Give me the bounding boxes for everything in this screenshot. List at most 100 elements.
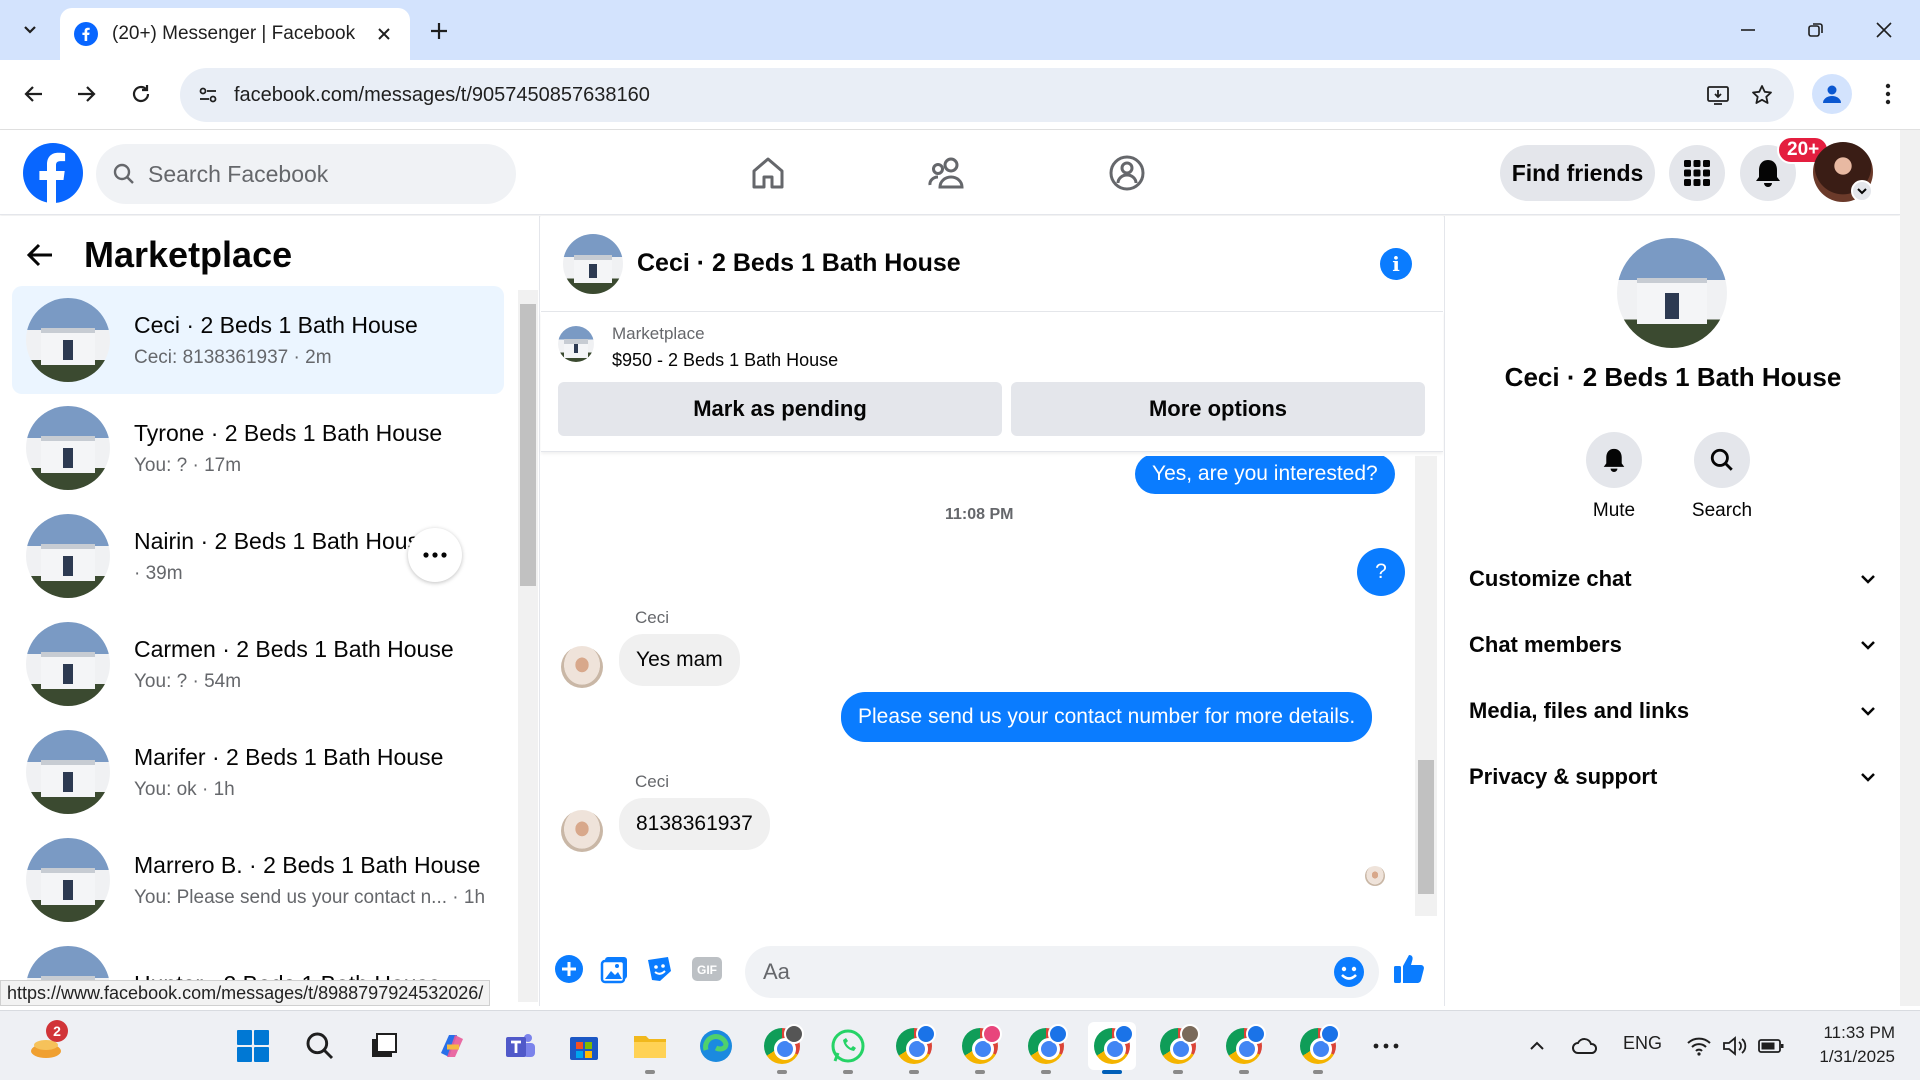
incoming-message[interactable]: Yes mam — [619, 634, 740, 686]
forward-button[interactable] — [66, 74, 106, 114]
restore-button[interactable] — [1794, 12, 1838, 48]
facebook-favicon-icon — [74, 22, 98, 46]
site-info-icon[interactable] — [188, 75, 228, 115]
input-language[interactable]: ENG — [1623, 1033, 1662, 1054]
home-nav-icon[interactable] — [743, 148, 793, 198]
chrome-app[interactable] — [758, 1022, 806, 1074]
message-scrollbar[interactable] — [1415, 456, 1437, 916]
url-text[interactable]: facebook.com/messages/t/9057450857638160 — [234, 84, 1696, 107]
conversation-item[interactable]: Carmen · 2 Beds 1 Bath House You: ? · 54… — [12, 610, 504, 718]
browser-tabstrip: (20+) Messenger | Facebook — [0, 0, 1920, 60]
install-app-icon[interactable] — [1696, 73, 1740, 117]
outgoing-message[interactable]: Please send us your contact number for m… — [841, 692, 1373, 742]
copilot-app[interactable] — [428, 1022, 476, 1070]
message-input[interactable]: Aa — [745, 946, 1379, 998]
edge-app[interactable] — [692, 1022, 740, 1070]
section-label: Media, files and links — [1469, 698, 1690, 723]
browser-tab[interactable]: (20+) Messenger | Facebook — [60, 8, 410, 60]
menu-grid-button[interactable] — [1669, 145, 1725, 201]
listing-thumbnail[interactable] — [558, 326, 594, 362]
chrome-app[interactable] — [956, 1022, 1004, 1074]
close-window-button[interactable] — [1862, 12, 1906, 48]
onedrive-button[interactable] — [1562, 1022, 1608, 1070]
conversation-options-button[interactable] — [408, 528, 462, 582]
microsoft-store-app[interactable] — [560, 1022, 608, 1070]
conversation-item[interactable]: Ceci · 2 Beds 1 Bath House Ceci: 8138361… — [12, 286, 504, 394]
reload-button[interactable] — [121, 74, 161, 114]
conversation-item[interactable]: Marifer · 2 Beds 1 Bath House You: ok · … — [12, 718, 504, 826]
chrome-app[interactable] — [890, 1022, 938, 1074]
chat-list-scrollbar[interactable] — [518, 290, 538, 1002]
bell-icon[interactable] — [1586, 432, 1642, 488]
tab-search-button[interactable] — [10, 12, 50, 48]
task-view-button[interactable] — [360, 1022, 408, 1070]
file-explorer-app[interactable] — [626, 1022, 674, 1074]
conversation-item[interactable]: Nairin · 2 Beds 1 Bath House · 39m — [12, 502, 504, 610]
close-tab-icon[interactable] — [372, 22, 396, 46]
system-clock[interactable]: 11:33 PM 1/31/2025 — [1800, 1021, 1895, 1069]
back-button[interactable] — [14, 74, 54, 114]
media-files-links-section[interactable]: Media, files and links — [1469, 686, 1877, 736]
customize-chat-section[interactable]: Customize chat — [1469, 554, 1877, 604]
taskbar-search-button[interactable] — [296, 1022, 344, 1070]
listing-avatar-large[interactable] — [1617, 238, 1727, 348]
facebook-logo-icon[interactable] — [23, 143, 83, 203]
conversation-title[interactable]: Ceci · 2 Beds 1 Bath House — [637, 249, 961, 278]
bookmark-star-icon[interactable] — [1740, 73, 1784, 117]
sender-avatar[interactable] — [561, 646, 603, 688]
outgoing-message[interactable]: Yes, are you interested? — [1135, 456, 1395, 494]
outgoing-message[interactable]: ? — [1357, 548, 1405, 596]
sticker-icon[interactable] — [641, 951, 677, 987]
sender-avatar[interactable] — [561, 810, 603, 852]
show-hidden-icons-button[interactable] — [1514, 1022, 1560, 1070]
scrollbar-thumb[interactable] — [520, 304, 536, 586]
chevron-down-icon — [1861, 773, 1875, 782]
gif-icon[interactable]: GIF — [689, 951, 725, 987]
chrome-app[interactable] — [1294, 1022, 1342, 1074]
conversation-preview: You: ? · 54m — [134, 670, 242, 692]
listing-title[interactable]: $950 - 2 Beds 1 Bath House — [612, 350, 838, 371]
photo-icon[interactable] — [597, 951, 633, 987]
chrome-app[interactable] — [1022, 1022, 1070, 1074]
chrome-app[interactable] — [1220, 1022, 1268, 1074]
grid-menu-icon — [1684, 160, 1710, 186]
whatsapp-app[interactable] — [824, 1022, 872, 1074]
search-icon[interactable] — [1694, 432, 1750, 488]
listing-avatar[interactable] — [563, 233, 623, 294]
conversation-item[interactable]: Marrero B. · 2 Beds 1 Bath House You: Pl… — [12, 826, 504, 934]
emoji-icon[interactable] — [1333, 956, 1365, 988]
more-apps-button[interactable] — [1362, 1022, 1410, 1070]
battery-button[interactable] — [1748, 1022, 1794, 1070]
chrome-app[interactable] — [1154, 1022, 1202, 1074]
conversation-item[interactable]: Tyrone · 2 Beds 1 Bath House You: ? · 17… — [12, 394, 504, 502]
chat-members-section[interactable]: Chat members — [1469, 620, 1877, 670]
task-view-icon — [372, 1033, 397, 1057]
tab-title: (20+) Messenger | Facebook — [112, 23, 356, 44]
find-friends-button[interactable]: Find friends — [1500, 145, 1655, 201]
browser-profile-button[interactable] — [1812, 74, 1852, 114]
start-button[interactable] — [229, 1022, 277, 1070]
chrome-app-active[interactable] — [1088, 1022, 1136, 1074]
friends-nav-icon[interactable] — [922, 148, 972, 198]
info-icon[interactable]: i — [1380, 248, 1412, 280]
privacy-support-section[interactable]: Privacy & support — [1469, 752, 1877, 802]
minimize-button[interactable] — [1726, 12, 1770, 48]
teams-app[interactable] — [496, 1022, 544, 1070]
address-bar[interactable]: facebook.com/messages/t/9057450857638160 — [180, 68, 1794, 122]
facebook-search-input[interactable]: Search Facebook — [96, 144, 516, 204]
search-action[interactable]: Search — [1667, 432, 1777, 522]
mark-as-pending-button[interactable]: Mark as pending — [558, 382, 1002, 436]
account-chevron-icon[interactable] — [1851, 180, 1873, 202]
scrollbar-thumb[interactable] — [1418, 760, 1434, 894]
back-arrow-icon[interactable] — [20, 235, 60, 275]
groups-nav-icon[interactable] — [1102, 148, 1152, 198]
plus-circle-icon[interactable] — [551, 951, 587, 987]
incoming-message[interactable]: 8138361937 — [619, 798, 770, 850]
page-scrollbar[interactable] — [1900, 130, 1920, 1006]
browser-menu-button[interactable] — [1868, 74, 1908, 114]
more-options-button[interactable]: More options — [1011, 382, 1425, 436]
new-tab-button[interactable] — [422, 14, 456, 48]
mute-action[interactable]: Mute — [1559, 432, 1669, 522]
thumbs-up-icon[interactable] — [1391, 951, 1427, 987]
person-icon — [1823, 85, 1841, 103]
